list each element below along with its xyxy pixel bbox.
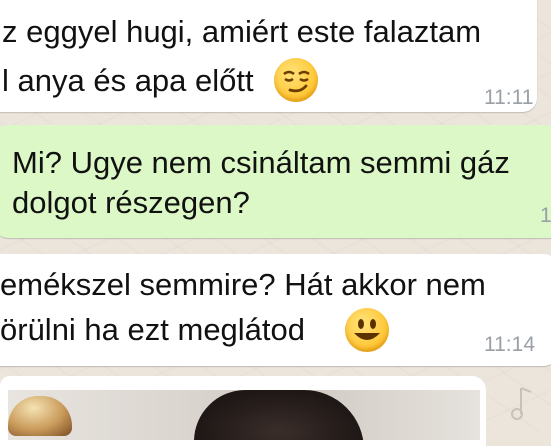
message-text-line: dolgot részegen? <box>12 185 250 220</box>
message-timestamp: 11:14 <box>484 333 535 356</box>
message-text-line: Mi? Ugye nem csináltam semmi gáz <box>12 145 510 180</box>
person-hair-image-detail <box>194 390 364 440</box>
music-note-doodle-icon <box>491 376 551 436</box>
message-text-line: emékszel semmire? Hát akkor nem <box>0 267 486 302</box>
bread-image-detail <box>8 396 72 436</box>
smirking-face-emoji-icon <box>274 58 318 102</box>
message-text-line: z eggyel hugi, amiért este falaztam <box>2 14 482 49</box>
message-text-line: l anya és apa előtt <box>2 63 254 98</box>
message-timestamp: 11:11 <box>484 86 534 109</box>
message-bubble-outgoing[interactable] <box>0 125 551 238</box>
photo-attachment[interactable] <box>8 390 480 440</box>
grinning-face-emoji-icon <box>345 308 389 352</box>
message-timestamp: 1 <box>540 204 551 227</box>
message-text-line: örülni ha ezt meglátod <box>0 312 306 347</box>
